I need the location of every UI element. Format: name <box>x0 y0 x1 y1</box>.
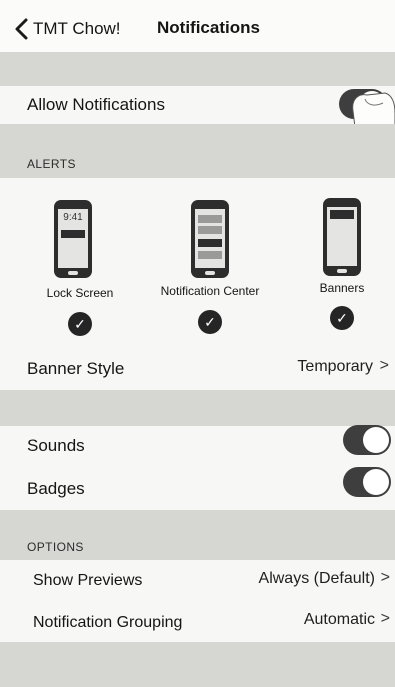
notification-grouping-label: Notification Grouping <box>33 614 183 631</box>
chevron-right-icon: > <box>379 357 389 374</box>
options-header-label: OPTIONS <box>27 540 84 554</box>
banners-checkmark-icon: ✓ <box>330 306 354 330</box>
chevron-right-icon: > <box>380 569 390 586</box>
back-button[interactable]: TMT Chow! <box>10 12 122 44</box>
banners-phone-icon <box>323 198 361 276</box>
section-spacer <box>0 642 395 687</box>
chevron-right-icon: > <box>380 610 390 627</box>
phone-screen: 9:41 <box>58 209 88 268</box>
show-previews-row[interactable]: Show Previews Always (Default) > <box>0 560 395 602</box>
alert-option-banners[interactable]: Banners ✓ <box>292 198 392 338</box>
notification-item <box>198 251 222 259</box>
toggle-knob <box>363 469 389 495</box>
lock-screen-label: Lock Screen <box>46 286 114 300</box>
back-label: TMT Chow! <box>33 19 121 38</box>
notification-banner <box>330 210 354 219</box>
allow-notifications-label: Allow Notifications <box>27 95 165 114</box>
section-spacer <box>0 390 395 426</box>
notification-grouping-value: Automatic <box>303 611 375 628</box>
notification-item <box>198 226 222 234</box>
banner-style-value: Temporary <box>297 358 373 375</box>
lock-screen-time: 9:41 <box>63 212 83 223</box>
badges-toggle[interactable] <box>343 467 391 497</box>
banner-style-label: Banner Style <box>27 359 125 378</box>
show-previews-value: Always (Default) <box>258 570 375 587</box>
alert-option-notification-center[interactable]: Notification Center ✓ <box>148 200 272 340</box>
notification-item <box>198 239 222 247</box>
notification-banner <box>61 230 85 238</box>
notification-item <box>198 215 222 223</box>
page-title: Notifications <box>157 18 260 37</box>
alert-option-lock-screen[interactable]: 9:41 Lock Screen ✓ <box>30 200 130 340</box>
home-button <box>68 271 78 275</box>
badges-label: Badges <box>27 479 85 498</box>
notification-center-checkmark-icon: ✓ <box>198 310 222 334</box>
sounds-label: Sounds <box>27 436 85 455</box>
banner-style-row[interactable]: Banner Style Temporary > <box>0 346 395 390</box>
lock-screen-phone-icon: 9:41 <box>54 200 92 278</box>
notification-grouping-row[interactable]: Notification Grouping Automatic > <box>0 602 395 642</box>
banners-label: Banners <box>319 281 365 295</box>
toggle-knob <box>363 427 389 453</box>
home-button <box>337 269 347 273</box>
phone-screen <box>195 209 225 268</box>
show-previews-label: Show Previews <box>33 572 143 589</box>
notification-center-phone-icon <box>191 200 229 278</box>
phone-screen <box>327 207 357 266</box>
alerts-header-label: ALERTS <box>27 157 76 171</box>
chevron-left-icon <box>15 18 28 40</box>
section-spacer <box>0 52 395 86</box>
lock-screen-checkmark-icon: ✓ <box>68 312 92 336</box>
home-button <box>205 271 215 275</box>
sounds-toggle[interactable] <box>343 425 391 455</box>
notification-center-label: Notification Center <box>160 284 260 298</box>
